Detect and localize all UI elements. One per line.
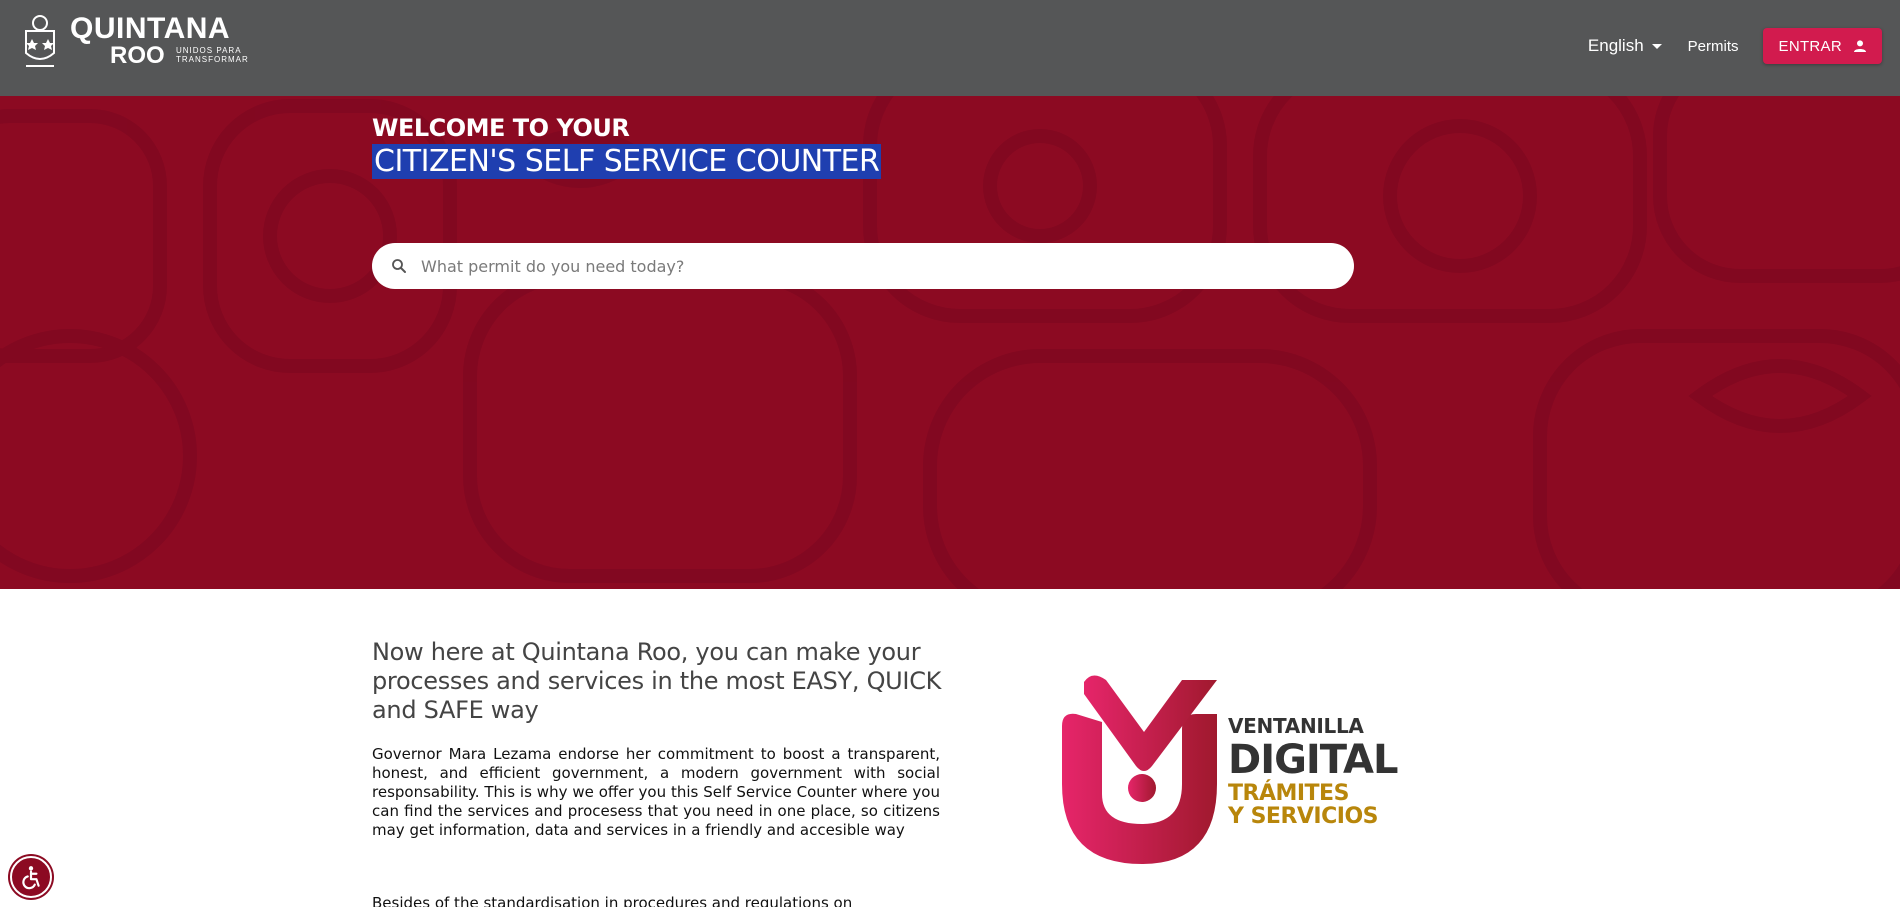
accessibility-button[interactable] (10, 856, 52, 898)
hero-heading: WELCOME TO YOUR CITIZEN'S SELF SERVICE C… (372, 114, 882, 179)
brand-bottom: ROO (110, 42, 165, 69)
quintana-roo-logo[interactable]: QUINTANA ROO UNIDOS PARA TRANSFORMAR (20, 12, 248, 72)
user-icon (1854, 40, 1866, 52)
brand-tagline: UNIDOS PARA TRANSFORMAR (176, 46, 249, 64)
intro-heading: Now here at Quintana Roo, you can make y… (372, 638, 942, 724)
permits-link[interactable]: Permits (1688, 38, 1739, 55)
hero-title: CITIZEN'S SELF SERVICE COUNTER (372, 144, 882, 179)
logo-line-digital: DIGITAL (1228, 737, 1398, 783)
intro-paragraph: Governor Mara Lezama endorse her commitm… (372, 745, 940, 839)
welcome-text: WELCOME TO YOUR (372, 114, 630, 142)
state-seal-icon (25, 15, 55, 67)
logo-line-tramites: TRÁMITES (1228, 781, 1349, 806)
search-input[interactable] (421, 256, 1321, 276)
logo-line-servicios: Y SERVICIOS (1228, 804, 1379, 829)
mayan-pattern-background (0, 96, 1900, 589)
brand-wordmark: QUINTANA ROO UNIDOS PARA TRANSFORMAR (70, 12, 248, 72)
brand-top: QUINTANA (70, 12, 231, 45)
top-navigation-bar: QUINTANA ROO UNIDOS PARA TRANSFORMAR Eng… (0, 0, 1900, 96)
caret-down-icon (1651, 43, 1662, 49)
hero-banner: WELCOME TO YOUR CITIZEN'S SELF SERVICE C… (0, 96, 1900, 589)
enter-button[interactable]: ENTRAR (1762, 28, 1882, 64)
header-nav: English Permits ENTRAR (1588, 28, 1882, 64)
language-label: English (1587, 36, 1644, 55)
language-selector[interactable]: English (1588, 36, 1662, 56)
enter-label: ENTRAR (1778, 37, 1842, 55)
search-icon (392, 259, 406, 273)
accessibility-icon (22, 866, 40, 890)
intro-paragraph-continued: Besides of the standardisation in proced… (372, 894, 853, 907)
ventanilla-digital-wordmark: VENTANILLA DIGITAL TRÁMITES Y SERVICIOS (1228, 714, 1398, 829)
permit-search-bar[interactable] (372, 243, 1354, 289)
logo-line-ventanilla: VENTANILLA (1228, 714, 1364, 738)
